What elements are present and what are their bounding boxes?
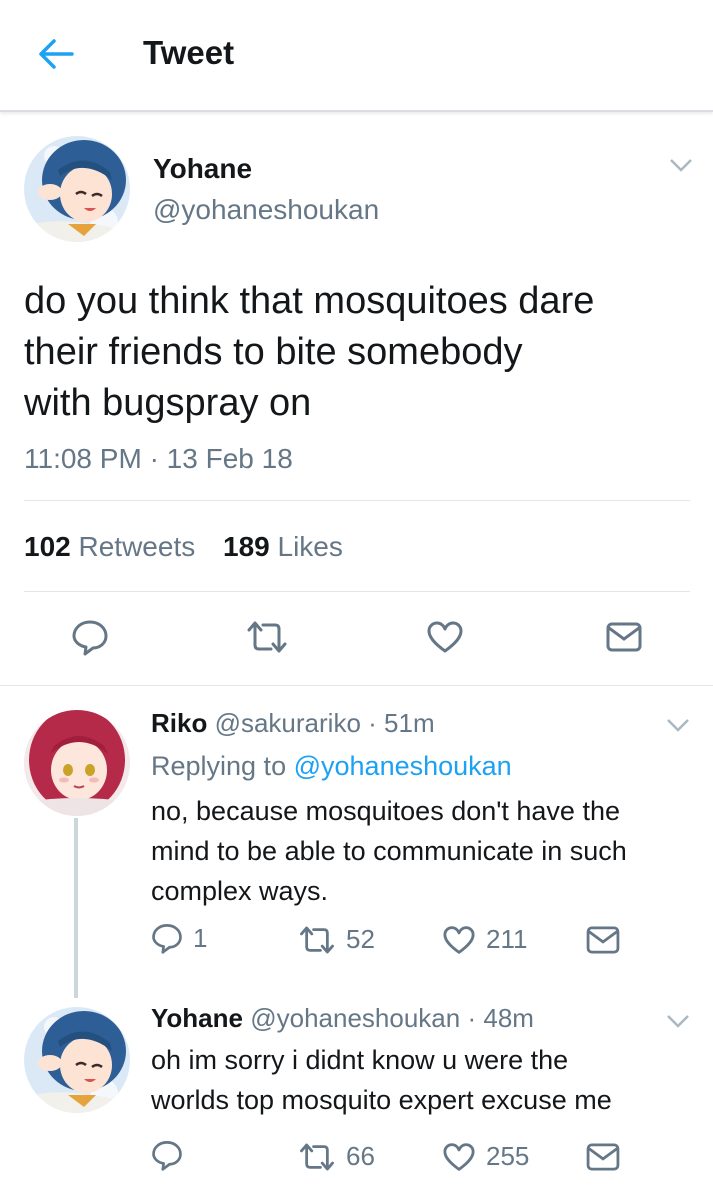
replying-to: Replying to @yohaneshoukan (151, 751, 512, 782)
likes-label: Likes (277, 531, 343, 562)
page-title: Tweet (143, 34, 235, 71)
reply-text-line: worlds top mosquito expert excuse me (151, 1085, 612, 1115)
tweet-date: 13 Feb 18 (166, 443, 293, 474)
mail-icon (586, 926, 620, 954)
avatar-yohane-image (24, 136, 130, 242)
reply-text: no, because mosquitoes don't have the mi… (151, 791, 627, 911)
separator-dot: · (467, 1003, 477, 1033)
avatar-riko-image (24, 710, 130, 816)
reply-text-line: complex ways. (151, 876, 329, 906)
retweet-button[interactable]: 66 (298, 1141, 375, 1172)
reply-count: 1 (193, 922, 208, 953)
likes-stat[interactable]: 189 Likes (223, 531, 343, 562)
like-count: 255 (486, 1141, 530, 1171)
retweet-count: 66 (346, 1141, 375, 1171)
tweet-text: do you think that mosquitoes dare their … (24, 276, 594, 429)
retweet-icon (247, 621, 287, 653)
chevron-down-icon[interactable] (668, 156, 694, 174)
reply-icon (72, 620, 108, 656)
tweet-timestamp: 11:08 PM · 13 Feb 18 (24, 443, 293, 475)
thread-line (74, 818, 78, 998)
reply-text-line: mind to be able to communicate in such (151, 836, 627, 866)
reply-text-line: no, because mosquitoes don't have the (151, 796, 620, 826)
avatar-yohane-image (24, 1007, 130, 1113)
direct-message-button[interactable] (606, 622, 642, 652)
chevron-down-icon[interactable] (665, 716, 691, 734)
mail-icon (586, 1143, 620, 1171)
top-bar: Tweet (0, 0, 713, 112)
separator-dot: · (368, 708, 377, 738)
back-button[interactable] (36, 36, 76, 72)
replying-to-label: Replying to (151, 751, 287, 781)
retweets-label: Retweets (78, 531, 196, 562)
heart-icon (427, 621, 463, 653)
like-button[interactable]: 255 (442, 1141, 529, 1172)
arrow-left-icon (39, 39, 74, 69)
retweets-count: 102 (24, 531, 71, 562)
reply-time: 51m (384, 708, 435, 738)
heart-icon (443, 925, 475, 954)
direct-message-button[interactable] (586, 1143, 620, 1171)
author-name[interactable]: Yohane (153, 153, 252, 185)
replying-to-link[interactable]: @yohaneshoukan (294, 751, 512, 781)
reply-button[interactable]: 1 (151, 922, 207, 954)
tweet-text-line: with bugspray on (24, 382, 312, 424)
retweet-icon (300, 926, 334, 953)
avatar[interactable] (24, 136, 130, 242)
divider (24, 500, 690, 501)
author-name[interactable]: Riko (151, 708, 207, 738)
reply-header: Riko @sakurariko · 51m (151, 708, 435, 739)
avatar[interactable] (24, 710, 130, 816)
like-count: 211 (486, 924, 528, 954)
retweets-stat[interactable]: 102 Retweets (24, 531, 203, 562)
direct-message-button[interactable] (586, 926, 620, 954)
reply-button[interactable] (71, 618, 109, 656)
heart-icon (443, 1142, 475, 1171)
chevron-down-icon[interactable] (665, 1012, 691, 1030)
like-button[interactable] (426, 620, 464, 654)
tweet-text-line: do you think that mosquitoes dare (24, 280, 595, 322)
author-handle[interactable]: @yohaneshoukan (250, 1003, 460, 1033)
tweet-text-line: their friends to bite somebody (24, 331, 523, 373)
reply-text-line: oh im sorry i didnt know u were the (151, 1045, 569, 1075)
reply-button[interactable] (151, 1139, 193, 1171)
author-handle[interactable]: @yohaneshoukan (153, 194, 379, 226)
reply-icon (152, 1141, 182, 1171)
retweet-icon (300, 1143, 334, 1170)
like-button[interactable]: 211 (442, 924, 527, 955)
retweet-count: 52 (346, 924, 375, 954)
reply-icon (152, 924, 182, 954)
author-name[interactable]: Yohane (151, 1003, 243, 1033)
author-handle[interactable]: @sakurariko (215, 708, 361, 738)
separator-dot: · (149, 443, 159, 474)
reply-header: Yohane @yohaneshoukan · 48m (151, 1003, 534, 1034)
likes-count: 189 (223, 531, 270, 562)
tweet-stats: 102 Retweets 189 Likes (24, 531, 343, 563)
avatar[interactable] (24, 1007, 130, 1113)
divider (0, 685, 713, 686)
retweet-button[interactable] (245, 620, 289, 654)
reply-text: oh im sorry i didnt know u were the worl… (151, 1040, 612, 1120)
retweet-button[interactable]: 52 (298, 924, 375, 955)
reply-time: 48m (483, 1003, 534, 1033)
tweet-time: 11:08 PM (24, 443, 142, 474)
mail-icon (606, 622, 642, 652)
divider (24, 591, 690, 592)
